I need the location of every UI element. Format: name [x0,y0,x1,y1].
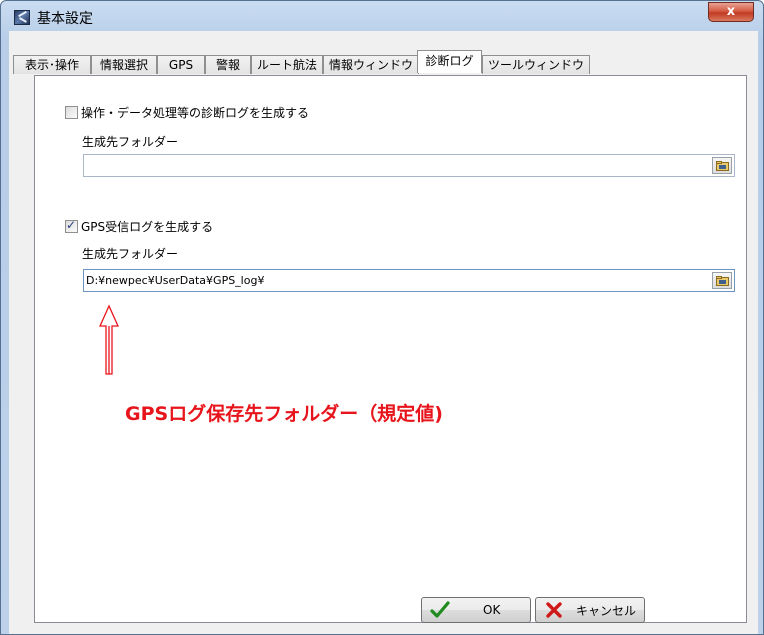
tab-info-window[interactable]: 情報ウィンドウ [323,55,419,74]
title-bar[interactable]: 基本設定 x [1,1,763,31]
operation-log-folder-input[interactable] [86,157,698,174]
cancel-button-label: キャンセル [576,603,637,618]
tab-tool-window[interactable]: ツールウィンドウ [482,55,590,74]
tab-display-operation[interactable]: 表示･操作 [13,55,91,74]
operation-log-browse-button[interactable] [712,157,732,174]
gps-log-label: GPS受信ログを生成する [81,220,214,234]
app-icon [14,10,30,25]
folder-icon [716,161,729,171]
tab-gps[interactable]: GPS [157,55,205,74]
ok-button-label: OK [483,603,501,617]
cross-icon [546,602,562,618]
folder-icon [716,276,729,286]
tab-info-selection[interactable]: 情報選択 [91,55,157,74]
gps-log-option[interactable]: GPS受信ログを生成する [65,218,213,235]
cancel-button[interactable]: キャンセル [535,597,645,623]
tab-route-navigation[interactable]: ルート航法 [251,55,323,74]
operation-log-folder-label: 生成先フォルダー [82,135,179,149]
tab-alarm[interactable]: 警報 [205,55,251,74]
close-button[interactable]: x [708,2,754,22]
gps-log-folder-label: 生成先フォルダー [82,247,179,261]
dialog-client-area: 表示･操作 情報選択 GPS 警報 ルート航法 情報ウィンドウ 診断ログ ツール… [9,31,758,634]
operation-log-option[interactable]: 操作・データ処理等の診断ログを生成する [65,104,309,121]
annotation-text: GPSログ保存先フォルダー（規定値) [125,403,443,425]
settings-dialog: 基本設定 x 表示･操作 情報選択 GPS 警報 ルート航法 情報ウィンドウ 診… [0,0,764,635]
checkmark-icon [430,601,450,618]
gps-log-checkbox[interactable] [65,218,78,233]
ok-button[interactable]: OK [421,597,531,623]
operation-log-label: 操作・データ処理等の診断ログを生成する [81,106,310,120]
gps-log-browse-button[interactable] [712,272,732,289]
gps-log-folder-input[interactable] [86,272,698,289]
annotation-arrow-icon [98,304,120,375]
tab-diagnostic-log[interactable]: 診断ログ [417,50,482,73]
gps-log-folder-field [83,269,735,292]
operation-log-folder-field [83,154,735,177]
window-title: 基本設定 [37,11,93,27]
operation-log-checkbox[interactable] [65,106,78,119]
